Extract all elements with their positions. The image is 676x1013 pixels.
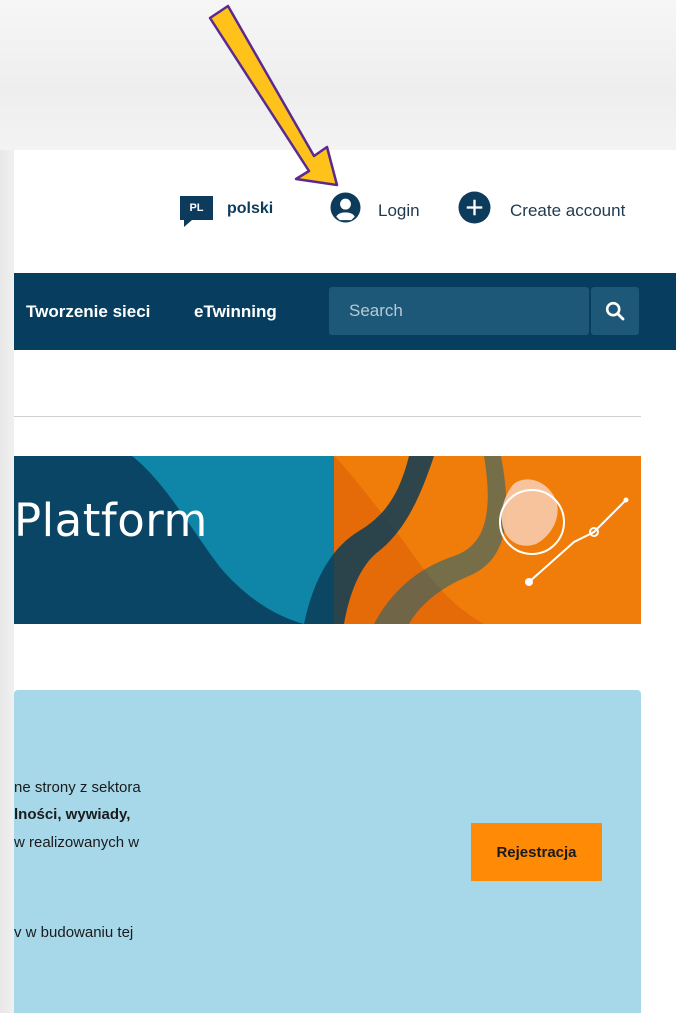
info-text-line: v w budowaniu tej (14, 924, 134, 941)
language-selector[interactable]: polski (227, 200, 273, 218)
plus-icon[interactable] (458, 191, 491, 224)
user-icon[interactable] (330, 192, 361, 223)
info-text-line: w realizowanych w (14, 834, 140, 851)
page: PL polski Login Create account Tworzenie… (14, 150, 676, 1013)
search-input[interactable] (329, 287, 589, 335)
nav-item-etwinning[interactable]: eTwinning (194, 302, 277, 322)
background-top (0, 0, 676, 150)
divider (14, 416, 641, 417)
registration-panel: ne strony z sektora lności, wywiady, w r… (14, 690, 641, 1013)
create-account-link[interactable]: Create account (510, 201, 625, 221)
nav-item-tworzenie-sieci[interactable]: Tworzenie sieci (26, 302, 150, 322)
info-text-line: ne strony z sektora (14, 779, 141, 796)
hero-banner: Platform (14, 456, 641, 624)
register-button[interactable]: Rejestracja (471, 823, 602, 881)
login-link[interactable]: Login (378, 201, 420, 221)
language-badge[interactable]: PL (180, 196, 213, 227)
search-icon (605, 301, 625, 321)
main-nav: Tworzenie sieci eTwinning (14, 273, 676, 350)
info-text-line: lności, wywiady, (14, 806, 131, 823)
search-button[interactable] (591, 287, 639, 335)
banner-title: Platform (14, 494, 208, 547)
background-left (0, 150, 14, 1013)
utility-bar: PL polski Login Create account (14, 150, 676, 273)
